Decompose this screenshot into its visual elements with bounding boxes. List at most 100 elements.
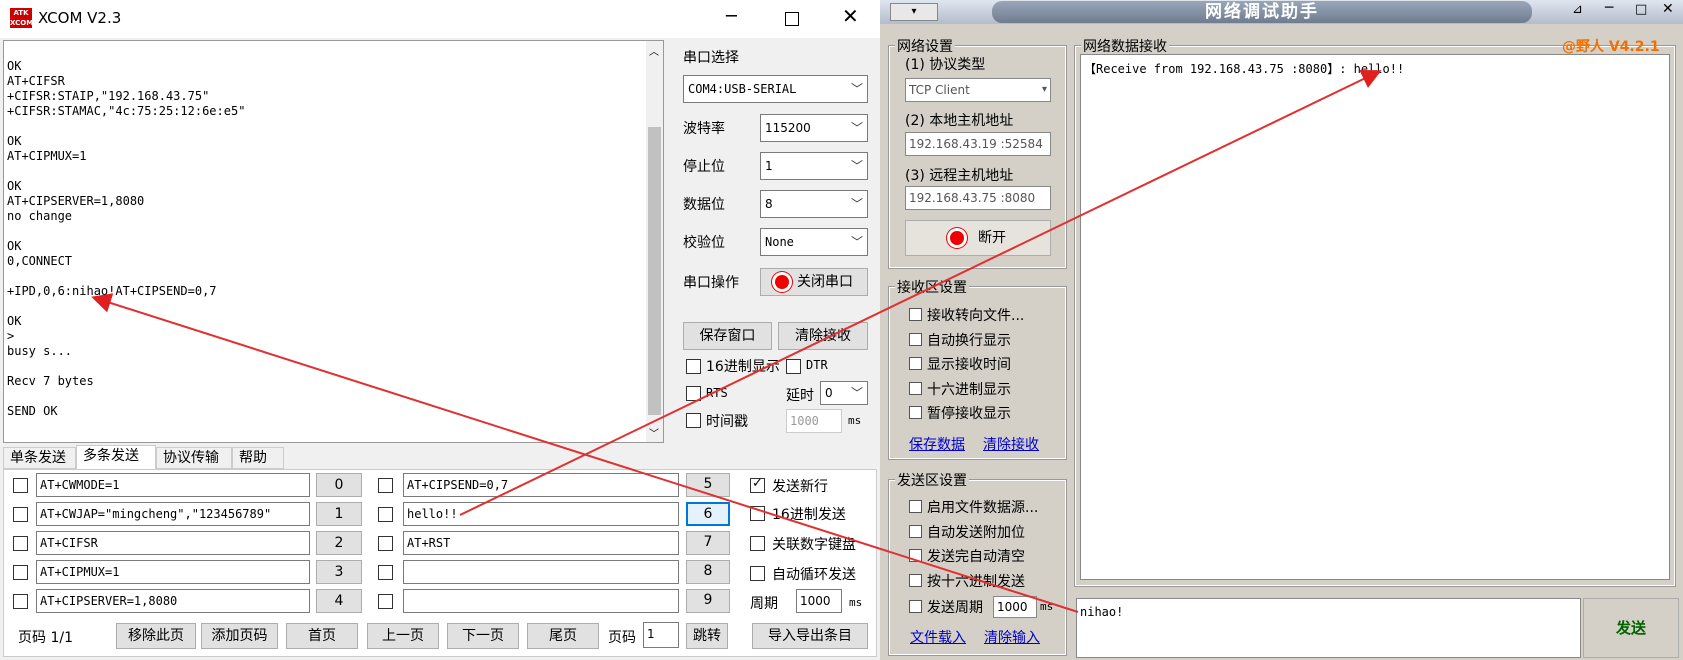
clear-recv-button[interactable]: 清除接收	[778, 322, 868, 350]
data-recv-area[interactable]: 【Receive from 192.168.43.75 :8080】: hell…	[1080, 54, 1670, 580]
dtr-checkbox[interactable]	[786, 359, 801, 374]
app-menu-icon[interactable]: ▾	[890, 3, 938, 21]
cmd-send-button[interactable]: 5	[686, 473, 730, 497]
maximize-icon[interactable]	[785, 12, 799, 26]
import-export-button[interactable]: 导入导出条目	[752, 623, 868, 649]
send-newline-checkbox[interactable]	[750, 476, 765, 493]
cmd-input[interactable]: AT+CWJAP="mingcheng","123456789"	[36, 502, 310, 526]
port-select[interactable]: COM4:USB-SERIAL ﹀	[683, 75, 868, 103]
recv-option-checkbox[interactable]	[909, 357, 922, 370]
baud-select[interactable]: 115200 ﹀	[760, 114, 868, 142]
send-period-input[interactable]: 1000	[993, 596, 1037, 618]
local-addr-input[interactable]: 192.168.43.19 :52584	[905, 132, 1051, 156]
cmd-checkbox[interactable]	[13, 536, 28, 551]
tab-help[interactable]: 帮助	[232, 447, 284, 469]
scroll-up-icon[interactable]: ︿	[649, 43, 659, 58]
prev-page-button[interactable]: 上一页	[367, 623, 439, 649]
recv-option-checkbox[interactable]	[909, 332, 922, 346]
send-button[interactable]: 发送	[1583, 598, 1679, 658]
receive-area[interactable]: OK AT+CIFSR +CIFSR:STAIP,"192.168.43.75" +C…	[3, 40, 664, 443]
add-page-button[interactable]: 添加页码	[201, 623, 278, 649]
period-input[interactable]: 1000	[796, 589, 842, 613]
timestamp-input[interactable]: 1000	[786, 409, 842, 433]
cmd-checkbox[interactable]	[378, 507, 393, 522]
cmd-checkbox[interactable]	[13, 478, 28, 493]
hex-display-checkbox[interactable]	[686, 359, 701, 374]
minimize-icon[interactable]: ─	[1605, 0, 1613, 16]
cmd-checkbox[interactable]	[378, 478, 393, 493]
jump-button[interactable]: 跳转	[686, 623, 728, 649]
send-input-area[interactable]: nihao!	[1076, 598, 1581, 658]
send-option-checkbox[interactable]	[909, 573, 922, 587]
maximize-icon[interactable]: □	[1635, 2, 1647, 17]
recv-option-checkbox[interactable]	[909, 406, 922, 419]
recv-option-checkbox[interactable]	[909, 308, 922, 321]
cmd-input[interactable]	[403, 589, 679, 613]
scroll-thumb[interactable]	[648, 127, 661, 415]
close-port-button[interactable]: 关闭串口	[760, 268, 868, 296]
tab-protocol[interactable]: 协议传输	[156, 447, 232, 469]
clear-recv-link[interactable]: 清除接收	[983, 434, 1039, 454]
parity-select[interactable]: None ﹀	[760, 228, 868, 256]
pin-icon[interactable]: ⊿	[1572, 2, 1583, 17]
close-icon[interactable]: ✕	[1662, 1, 1674, 17]
recv-option-checkbox[interactable]	[909, 381, 922, 395]
link-keypad-checkbox[interactable]	[750, 536, 765, 551]
cmd-send-button[interactable]: 8	[686, 560, 730, 584]
cmd-send-button[interactable]: 7	[686, 531, 730, 555]
cmd-input[interactable]: hello!!	[403, 502, 679, 526]
receive-scrollbar[interactable]: ︿ ﹀	[646, 41, 663, 442]
receive-line: +IPD,0,6:nihao!AT+CIPSEND=0,7	[7, 284, 217, 298]
next-page-button[interactable]: 下一页	[447, 623, 519, 649]
data-bits-select[interactable]: 8 ﹀	[760, 190, 868, 218]
cmd-send-button[interactable]: 6	[686, 502, 730, 526]
disconnect-button[interactable]: 断开	[905, 220, 1051, 256]
cmd-checkbox[interactable]	[378, 594, 393, 609]
cmd-input[interactable]: AT+CIPSERVER=1,8080	[36, 589, 310, 613]
remove-page-button[interactable]: 移除此页	[116, 623, 196, 649]
cmd-checkbox[interactable]	[13, 565, 28, 580]
cmd-send-button[interactable]: 4	[316, 589, 362, 613]
send-option-checkbox[interactable]	[909, 549, 922, 562]
cmd-input[interactable]: AT+CIPMUX=1	[36, 560, 310, 584]
send-period-checkbox[interactable]	[909, 600, 922, 613]
protocol-select[interactable]: TCP Client ▾	[905, 78, 1051, 102]
scroll-down-icon[interactable]: ﹀	[649, 425, 659, 440]
cmd-input[interactable]: AT+CWMODE=1	[36, 473, 310, 497]
cmd-checkbox[interactable]	[378, 536, 393, 551]
last-page-button[interactable]: 尾页	[527, 623, 599, 649]
minimize-icon[interactable]: ─	[726, 6, 737, 27]
remote-addr-input[interactable]: 192.168.43.75 :8080	[905, 186, 1051, 210]
cmd-send-button[interactable]: 3	[316, 560, 362, 584]
cmd-checkbox[interactable]	[13, 507, 28, 522]
cmd-input[interactable]: AT+RST	[403, 531, 679, 555]
cmd-send-button[interactable]: 9	[686, 589, 730, 613]
delay-select[interactable]: 0 ﹀	[820, 381, 868, 405]
clear-input-link[interactable]: 清除输入	[984, 627, 1040, 647]
tab-single-send[interactable]: 单条发送	[3, 447, 76, 469]
send-option-checkbox[interactable]	[909, 500, 922, 513]
tab-multi-send[interactable]: 多条发送	[76, 445, 156, 469]
cmd-send-button[interactable]: 0	[316, 473, 362, 497]
timestamp-checkbox[interactable]	[686, 413, 701, 428]
first-page-button[interactable]: 首页	[286, 623, 358, 649]
load-file-link[interactable]: 文件载入	[910, 627, 966, 647]
send-option-checkbox[interactable]	[909, 524, 922, 538]
receive-line: AT+CIFSR	[7, 74, 65, 88]
page-code-input[interactable]: 1	[643, 622, 679, 648]
cmd-input[interactable]	[403, 560, 679, 584]
save-window-button[interactable]: 保存窗口	[683, 322, 772, 350]
save-data-link[interactable]: 保存数据	[909, 434, 965, 454]
auto-loop-checkbox[interactable]	[750, 566, 765, 581]
cmd-input[interactable]: AT+CIPSEND=0,7	[403, 473, 679, 497]
stop-bits-select[interactable]: 1 ﹀	[760, 152, 868, 180]
cmd-checkbox[interactable]	[13, 594, 28, 609]
rts-checkbox[interactable]	[686, 386, 701, 401]
cmd-send-button[interactable]: 1	[316, 502, 362, 526]
hex-send-checkbox[interactable]	[750, 506, 765, 521]
cmd-input[interactable]: AT+CIFSR	[36, 531, 310, 555]
stop-bits-label: 停止位	[683, 159, 725, 175]
cmd-checkbox[interactable]	[378, 565, 393, 580]
cmd-send-button[interactable]: 2	[316, 531, 362, 555]
close-icon[interactable]: ✕	[842, 4, 859, 28]
